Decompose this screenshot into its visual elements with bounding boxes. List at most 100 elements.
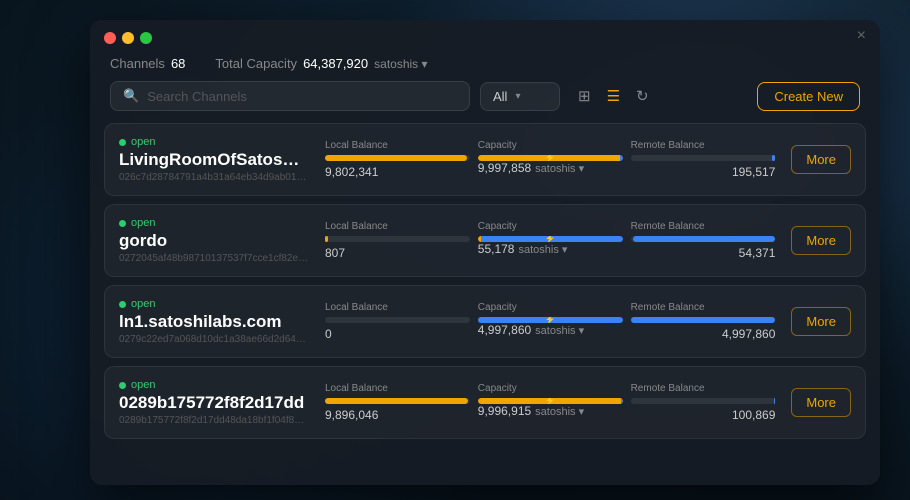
- more-button[interactable]: More: [791, 388, 851, 417]
- channel-name: 0289b175772f8f2d17dd: [119, 393, 309, 413]
- capacity-col: Capacity ⚡ 9,996,915 satoshis ▾: [478, 383, 623, 422]
- local-balance-header: Local Balance: [325, 221, 470, 232]
- local-bar-wrap: [325, 317, 470, 323]
- local-balance-col: Local Balance 9,896,046: [325, 383, 470, 422]
- status-dot: [119, 382, 126, 389]
- channel-name: ln1.satoshilabs.com: [119, 312, 309, 332]
- local-balance-col: Local Balance 0: [325, 302, 470, 341]
- local-balance-col: Local Balance 807: [325, 221, 470, 260]
- channels-stat: Channels 68: [110, 56, 185, 71]
- close-traffic-light[interactable]: [104, 32, 116, 44]
- capacity-header: Capacity: [478, 302, 623, 313]
- channels-count: 68: [171, 56, 185, 71]
- remote-bar-wrap: [631, 236, 776, 242]
- search-input[interactable]: [147, 89, 457, 104]
- capacity-header: Capacity: [478, 140, 623, 151]
- capacity-bar: ⚡: [478, 236, 623, 242]
- capacity-header: Capacity: [478, 383, 623, 394]
- capacity-value: 4,997,860: [478, 323, 531, 337]
- capacity-col: Capacity ⚡ 4,997,860 satoshis ▾: [478, 302, 623, 341]
- status-label: open: [131, 379, 155, 391]
- toolbar: 🔍 All ▾ ⊞ ☰ ↻ Create New: [90, 81, 880, 123]
- lightning-icon: ⚡: [545, 155, 556, 161]
- capacity-stat: Total Capacity 64,387,920 satoshis ▾: [215, 56, 427, 71]
- capacity-value-wrap: 9,997,858 satoshis ▾: [478, 161, 623, 175]
- create-new-button[interactable]: Create New: [757, 82, 860, 111]
- more-button[interactable]: More: [791, 307, 851, 336]
- channels-list: open LivingRoomOfSatoshi.... 026c7d28784…: [90, 123, 880, 485]
- local-bar-wrap: [325, 155, 470, 161]
- channel-balances: Local Balance 0 Capacity ⚡ 4,997,860 sat…: [325, 302, 775, 341]
- local-bar: [325, 155, 467, 161]
- capacity-unit[interactable]: satoshis ▾: [535, 405, 584, 418]
- remote-balance-col: Remote Balance 195,517: [631, 140, 776, 179]
- capacity-unit[interactable]: satoshis ▾: [374, 57, 427, 71]
- title-bar: ×: [90, 20, 880, 52]
- local-balance-header: Local Balance: [325, 302, 470, 313]
- local-balance-value: 0: [325, 327, 470, 341]
- capacity-value-wrap: 9,996,915 satoshis ▾: [478, 404, 623, 418]
- maximize-traffic-light[interactable]: [140, 32, 152, 44]
- remote-balance-col: Remote Balance 100,869: [631, 383, 776, 422]
- main-window: × Channels 68 Total Capacity 64,387,920 …: [90, 20, 880, 485]
- remote-balance-header: Remote Balance: [631, 302, 776, 313]
- channel-id: 0279c22ed7a068d10dc1a38ae66d2d6461e26922…: [119, 334, 309, 345]
- capacity-bar: ⚡: [478, 398, 623, 404]
- remote-balance-header: Remote Balance: [631, 221, 776, 232]
- search-icon: 🔍: [123, 88, 139, 104]
- capacity-value-wrap: 55,178 satoshis ▾: [478, 242, 623, 256]
- local-bar-wrap: [325, 398, 470, 404]
- more-button[interactable]: More: [791, 145, 851, 174]
- local-balance-header: Local Balance: [325, 383, 470, 394]
- status-label: open: [131, 217, 155, 229]
- capacity-unit[interactable]: satoshis ▾: [535, 324, 584, 337]
- grid-view-icon[interactable]: ⊞: [574, 83, 595, 109]
- local-bar: [325, 236, 328, 242]
- list-view-icon[interactable]: ☰: [603, 83, 624, 109]
- remote-bar-wrap: [631, 398, 776, 404]
- capacity-value-wrap: 4,997,860 satoshis ▾: [478, 323, 623, 337]
- channel-id: 0289b175772f8f2d17dd48da18bf1f04f84016cf…: [119, 415, 309, 426]
- filter-label: All: [493, 89, 507, 104]
- local-balance-value: 9,896,046: [325, 408, 470, 422]
- channel-id: 0272045af48b98710137537f7cce1cf82ed80b97…: [119, 253, 309, 264]
- capacity-value: 9,996,915: [478, 404, 531, 418]
- capacity-bar-right: [621, 398, 622, 404]
- traffic-lights: [104, 32, 152, 44]
- capacity-col: Capacity ⚡ 9,997,858 satoshis ▾: [478, 140, 623, 179]
- status-dot: [119, 139, 126, 146]
- capacity-unit[interactable]: satoshis ▾: [518, 243, 567, 256]
- local-balance-value: 807: [325, 246, 470, 260]
- status-label: open: [131, 136, 155, 148]
- status-label: open: [131, 298, 155, 310]
- remote-balance-value: 100,869: [631, 408, 776, 422]
- local-balance-value: 9,802,341: [325, 165, 470, 179]
- channel-info: open gordo 0272045af48b98710137537f7cce1…: [119, 217, 309, 264]
- remote-balance-header: Remote Balance: [631, 383, 776, 394]
- capacity-unit[interactable]: satoshis ▾: [535, 162, 584, 175]
- capacity-bar-right: [620, 155, 623, 161]
- channels-label: Channels: [110, 56, 165, 71]
- close-button[interactable]: ×: [857, 28, 866, 44]
- channel-status: open: [119, 217, 309, 229]
- minimize-traffic-light[interactable]: [122, 32, 134, 44]
- view-icons: ⊞ ☰ ↻: [574, 83, 653, 109]
- channel-name: LivingRoomOfSatoshi....: [119, 150, 309, 170]
- remote-bar: [633, 236, 775, 242]
- capacity-label: Total Capacity: [215, 56, 297, 71]
- more-button[interactable]: More: [791, 226, 851, 255]
- channel-card: open ln1.satoshilabs.com 0279c22ed7a068d…: [104, 285, 866, 358]
- filter-dropdown[interactable]: All ▾: [480, 82, 560, 111]
- remote-balance-value: 54,371: [631, 246, 776, 260]
- refresh-icon[interactable]: ↻: [632, 83, 653, 109]
- channel-status: open: [119, 298, 309, 310]
- remote-balance-col: Remote Balance 54,371: [631, 221, 776, 260]
- capacity-header: Capacity: [478, 221, 623, 232]
- channel-card: open LivingRoomOfSatoshi.... 026c7d28784…: [104, 123, 866, 196]
- local-balance-header: Local Balance: [325, 140, 470, 151]
- channel-balances: Local Balance 9,802,341 Capacity ⚡ 9,997…: [325, 140, 775, 179]
- capacity-col: Capacity ⚡ 55,178 satoshis ▾: [478, 221, 623, 260]
- status-dot: [119, 220, 126, 227]
- local-balance-col: Local Balance 9,802,341: [325, 140, 470, 179]
- capacity-bar: ⚡: [478, 317, 623, 323]
